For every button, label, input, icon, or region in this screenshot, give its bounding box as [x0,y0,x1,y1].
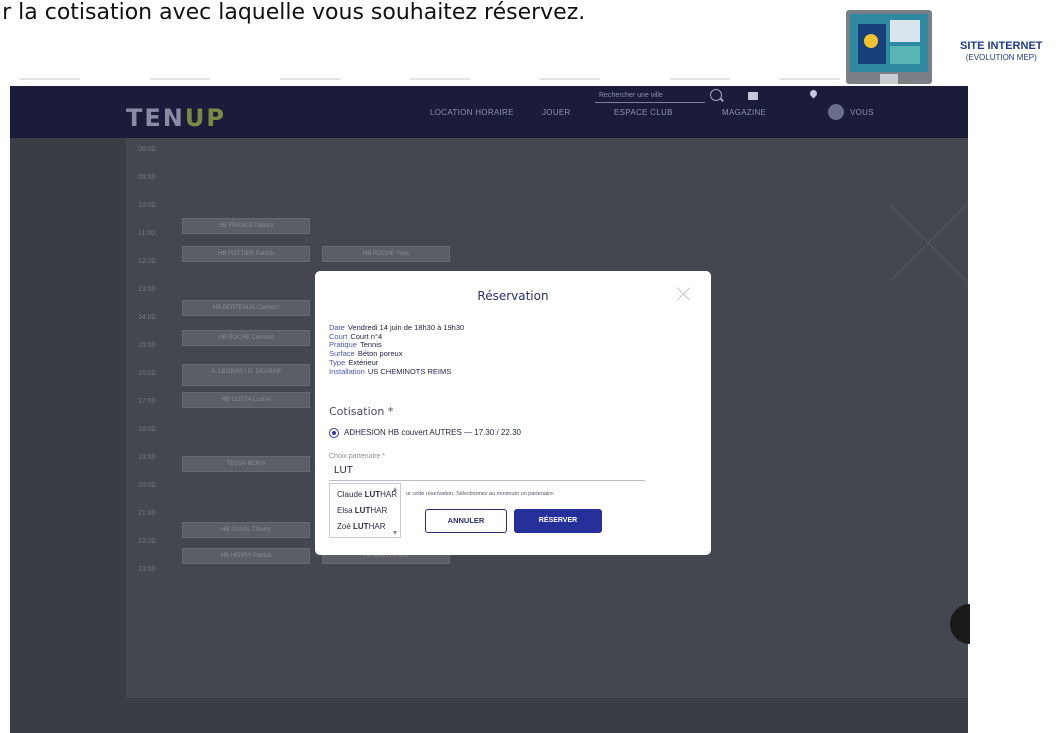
nav-location-horaire[interactable]: LOCATION HORAIRE [430,108,514,117]
time-label: 13:00 [138,286,156,293]
booking-slot[interactable]: HB ROCHE Yves [322,246,450,262]
instruction-text: ir la cotisation avec laquelle vous souh… [0,0,586,25]
reservation-details: Date Vendredi 14 juin de 18h30 à 19h30 Co… [329,323,464,376]
nav-vous[interactable]: VOUS [850,108,874,117]
booking-slot[interactable]: HB ROCHE Clement [182,330,310,346]
partner-info-text: ur cette réservation. Sélectionnez au mi… [406,491,555,497]
badge-label: SITE INTERNET (EVOLUTION MEP) [960,40,1043,62]
time-label: 17:00 [138,398,156,405]
cotisation-option-label[interactable]: ADHESION HB couvert AUTRES — 17.30 / 22.… [344,428,521,437]
partner-input[interactable]: LUT [329,463,645,481]
booking-slot[interactable]: HB DUVAL Thierry [182,522,310,538]
tenup-logo[interactable]: TENUP [126,104,226,132]
booking-slot[interactable]: HB BERTEAUX Clement [182,300,310,316]
basket-icon[interactable] [748,92,758,100]
unavailable-cross-icon [888,198,968,278]
booking-slot[interactable]: HB POTTIER Patrick [182,246,310,262]
time-label: 16:00 [138,370,156,377]
time-label: 23:00 [138,566,156,573]
time-label: 09:00 [138,174,156,181]
avatar[interactable] [828,104,844,120]
close-icon[interactable] [677,287,691,301]
reserve-button[interactable]: RÉSERVER [514,509,602,533]
time-label: 14:00 [138,314,156,321]
cotisation-heading: Cotisation * [329,405,394,418]
modal-title: Réservation [477,289,549,303]
partner-label: Choix partenaire * [329,453,386,460]
nav-jouer[interactable]: JOUER [542,108,571,117]
booking-slot[interactable]: HB FRANCE Patrice [182,218,310,234]
nav-magazine[interactable]: MAGAZINE [722,108,766,117]
time-label: 22:00 [138,538,156,545]
time-label: 18:00 [138,426,156,433]
time-label: 10:00 [138,202,156,209]
nav-espace-club[interactable]: ESPACE CLUB [614,108,673,117]
suggestion-item[interactable]: Claude LUTHAR [337,490,397,499]
booking-slot[interactable]: HB HENRY Patrick [182,548,310,564]
time-label: 21:00 [138,510,156,517]
suggestion-item[interactable]: Zoé LUTHAR [337,522,385,531]
cotisation-radio[interactable] [329,428,339,438]
suggestions-scrollbar[interactable] [393,487,398,535]
time-label: 15:00 [138,342,156,349]
time-label: 19:00 [138,454,156,461]
search-input[interactable]: Rechercher une ville [595,90,705,103]
reservation-modal: Réservation Date Vendredi 14 juin de 18h3… [315,271,711,555]
suggestion-item[interactable]: Elsa LUTHAR [337,506,387,515]
partner-suggestions: Claude LUTHAR Elsa LUTHAR Zoé LUTHAR [329,483,401,538]
faded-divider [0,72,990,86]
time-label: 12:00 [138,258,156,265]
cancel-button[interactable]: ANNULER [425,509,507,533]
detail-row: Installation US CHEMINOTS REIMS [329,366,452,376]
booking-slot[interactable]: HB COSTA Louise [182,392,310,408]
booking-slot[interactable]: A. LEGRAS / D. DEGRAS [182,364,310,386]
time-label: 11:00 [138,230,155,237]
time-label: 20:00 [138,482,156,489]
search-icon[interactable] [710,89,722,101]
location-pin-icon[interactable] [808,88,819,99]
time-label: 08:00 [138,146,156,153]
booking-slot[interactable]: TESSA MORA [182,456,310,472]
page: ir la cotisation avec laquelle vous souh… [0,0,1060,733]
